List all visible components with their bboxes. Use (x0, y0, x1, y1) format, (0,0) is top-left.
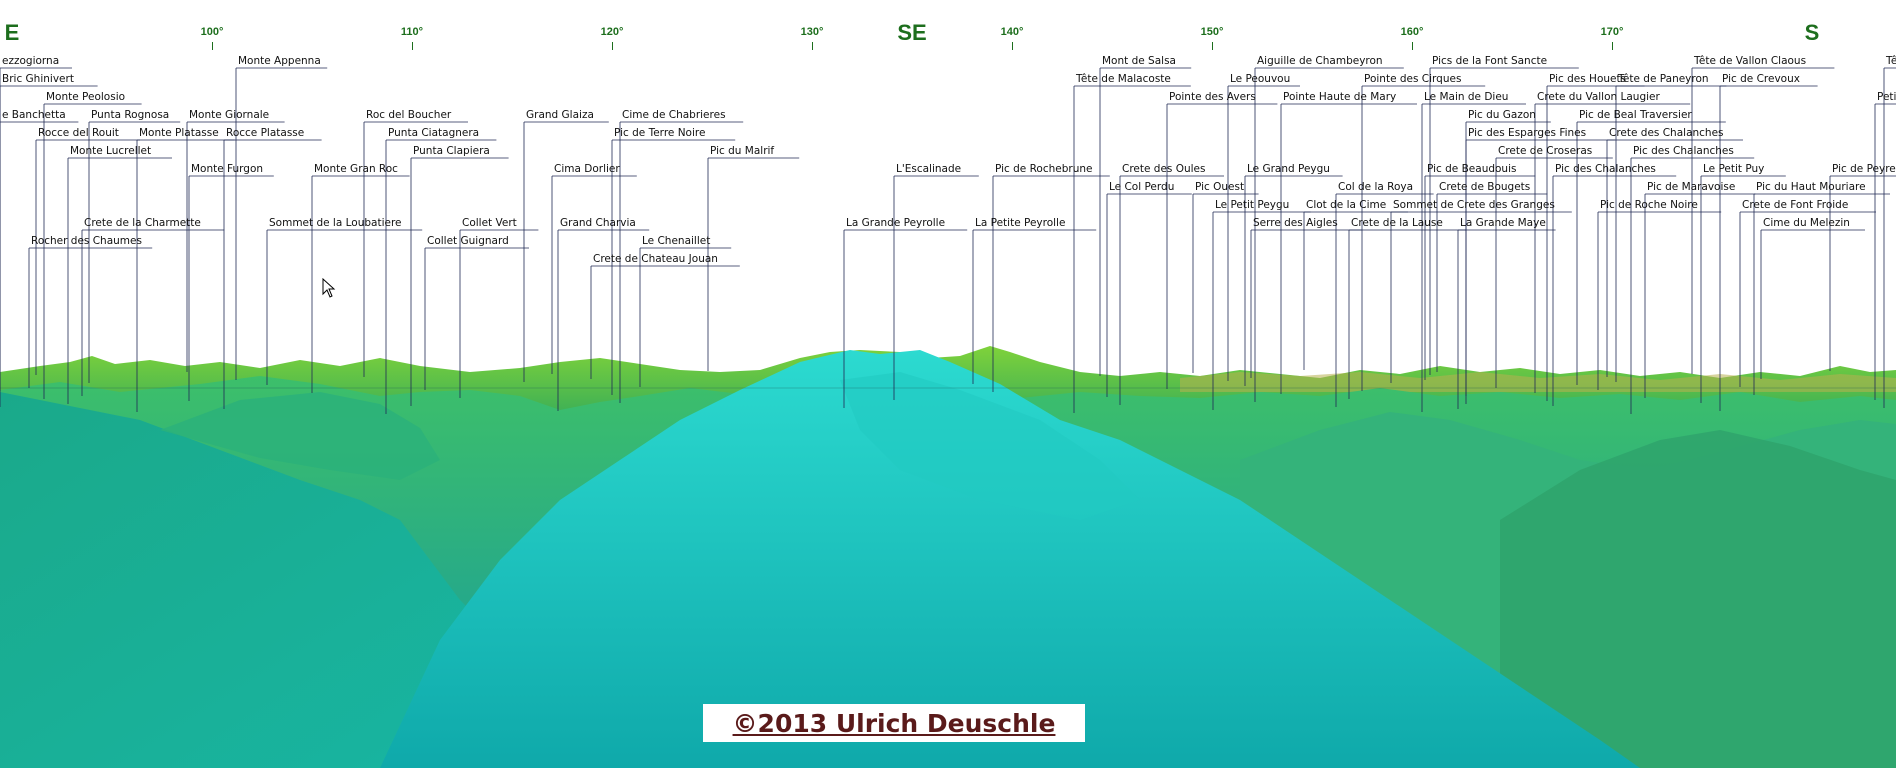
peak-label: Clot de la Cime (1306, 199, 1387, 211)
degree-tick-mark (1012, 42, 1013, 50)
peak-label: Sommet de Crete des Granges (1393, 199, 1555, 211)
peak-label: Crete du Vallon Laugier (1537, 91, 1660, 103)
degree-tick-mark (612, 42, 613, 50)
peak-label: Rocce Platasse (226, 127, 305, 139)
peak-label: Pic des Chalanches (1633, 145, 1734, 157)
degree-tick-mark (412, 42, 413, 50)
peak-label: Grand Glaiza (526, 109, 594, 121)
peak-label: Collet Vert (462, 217, 517, 229)
peak-label: Rocher des Chaumes (31, 235, 142, 247)
peak-label: Pic de Terre Noire (614, 127, 706, 139)
peak-label: Le Petit Peygu (1215, 199, 1290, 211)
peak-label: Tête de Vallon Claous (1694, 55, 1807, 67)
peak-label: Pic de Crevoux (1722, 73, 1800, 85)
peak-label: Mont de Salsa (1102, 55, 1176, 67)
peak-label: Pic des Esparges Fines (1468, 127, 1587, 139)
peak-label: Bric Ghinivert (2, 73, 74, 85)
peak-label: Pic de Maravoise (1647, 181, 1736, 193)
peak-label: Rocce del Rouit (38, 127, 119, 139)
peak-label: Collet Guignard (427, 235, 509, 247)
peak-label: ezzogiorna (2, 55, 60, 67)
peak-label: Monte Furgon (191, 163, 264, 175)
peak-label: La Grande Maye (1460, 217, 1546, 229)
peak-label: Crete de la Charmette (84, 217, 201, 229)
peak-label: Crete de Croseras (1498, 145, 1593, 157)
degree-tick-mark (1412, 42, 1413, 50)
copyright-notice: ©2013 Ulrich Deuschle (703, 704, 1085, 742)
degree-tick-mark (1212, 42, 1213, 50)
peak-label: Pic du Malrif (710, 145, 775, 157)
peak-label: Monte Giornale (189, 109, 270, 121)
peak-label: Monte Appenna (238, 55, 321, 67)
peak-label: Le Chenaillet (642, 235, 711, 247)
peak-label: Pic du Gazon (1468, 109, 1536, 121)
peak-label: Pic des Houets (1549, 73, 1627, 85)
peak-label: Roc del Boucher (366, 109, 452, 121)
mouse-pointer-icon (322, 278, 336, 298)
peak-label: Pic de Rochebrune (995, 163, 1093, 175)
degree-tick-label: 130° (800, 26, 824, 38)
compass-label: E (4, 20, 20, 45)
peak-label: Pic de Peyre B (1832, 163, 1896, 175)
peak-label: Pic de Beaudouis (1427, 163, 1517, 175)
peak-label: Crete de Chateau Jouan (593, 253, 718, 265)
degree-tick-mark (812, 42, 813, 50)
peak-label: Cima Dorlier (554, 163, 620, 175)
peak-label: Peti (1877, 91, 1896, 103)
peak-label: Pics de la Font Sancte (1432, 55, 1548, 67)
peak-label: Crete de la Lause (1351, 217, 1443, 229)
peak-label: Pic des Chalanches (1555, 163, 1656, 175)
degree-tick-label: 150° (1200, 26, 1224, 38)
peak-label: Crete des Oules (1122, 163, 1206, 175)
peak-label: Monte Lucrellet (70, 145, 152, 157)
peak-label: Tête de Malacoste (1076, 73, 1171, 85)
peak-label: e Banchetta (2, 109, 66, 121)
peak-label: Pic Ouest (1195, 181, 1245, 193)
degree-tick-label: 170° (1600, 26, 1624, 38)
degree-tick-mark (1612, 42, 1613, 50)
compass-label: SE (897, 20, 927, 45)
peak-label: Punta Ciatagnera (388, 127, 480, 139)
degree-tick-label: 160° (1400, 26, 1424, 38)
peak-label: La Petite Peyrolle (975, 217, 1066, 229)
peak-label: Crete des Chalanches (1609, 127, 1724, 139)
peak-label: Crete de Bougets (1439, 181, 1531, 193)
peak-label: Cime de Chabrieres (622, 109, 726, 121)
peak-label: La Grande Peyrolle (846, 217, 946, 229)
peak-label: Monte Platasse (139, 127, 219, 139)
peak-label: Aiguille de Chambeyron (1257, 55, 1383, 67)
peak-label: Monte Peolosio (46, 91, 126, 103)
panorama-view[interactable]: E SE S 100° 110° 120° 130° 140° 150° 160° 170° ezz… (0, 0, 1896, 768)
peak-label: Pointe Haute de Mary (1283, 91, 1397, 103)
peak-label: Le Main de Dieu (1424, 91, 1509, 103)
peak-label: L'Escalinade (896, 163, 962, 175)
peak-label: Tê (1886, 55, 1896, 67)
peak-label: Le Peouvou (1230, 73, 1291, 85)
degree-tick-label: 110° (400, 26, 424, 38)
peak-label: Tête de Paneyron (1618, 73, 1709, 85)
degree-tick-label: 120° (600, 26, 624, 38)
peak-label: Cime du Melezin (1763, 217, 1850, 229)
peak-label: Grand Charvia (560, 217, 636, 229)
peak-label: Pointe des Cirques (1364, 73, 1462, 85)
peak-label: Le Petit Puy (1703, 163, 1765, 175)
degree-tick-mark (212, 42, 213, 50)
degree-tick-label: 140° (1000, 26, 1024, 38)
peak-label: Punta Rognosa (91, 109, 170, 121)
peak-label: Crete de Font Froide (1742, 199, 1849, 211)
peak-label: Monte Gran Roc (314, 163, 398, 175)
compass-label: S (1804, 20, 1820, 45)
peak-label: Pic de Beal Traversier (1579, 109, 1692, 121)
peak-label: Sommet de la Loubatiere (269, 217, 402, 229)
peak-label: Pic du Haut Mouriare (1756, 181, 1866, 193)
peak-label: Serre des Aigles (1253, 217, 1338, 229)
peak-label: Punta Clapiera (413, 145, 490, 157)
peak-label: Col de la Roya (1338, 181, 1414, 193)
peak-label: Le Col Perdu (1109, 181, 1175, 193)
degree-tick-label: 100° (200, 26, 224, 38)
peak-label: Le Grand Peygu (1247, 163, 1330, 175)
peak-label: Pic de Roche Noire (1600, 199, 1698, 211)
peak-label: Pointe des Avers (1169, 91, 1256, 103)
